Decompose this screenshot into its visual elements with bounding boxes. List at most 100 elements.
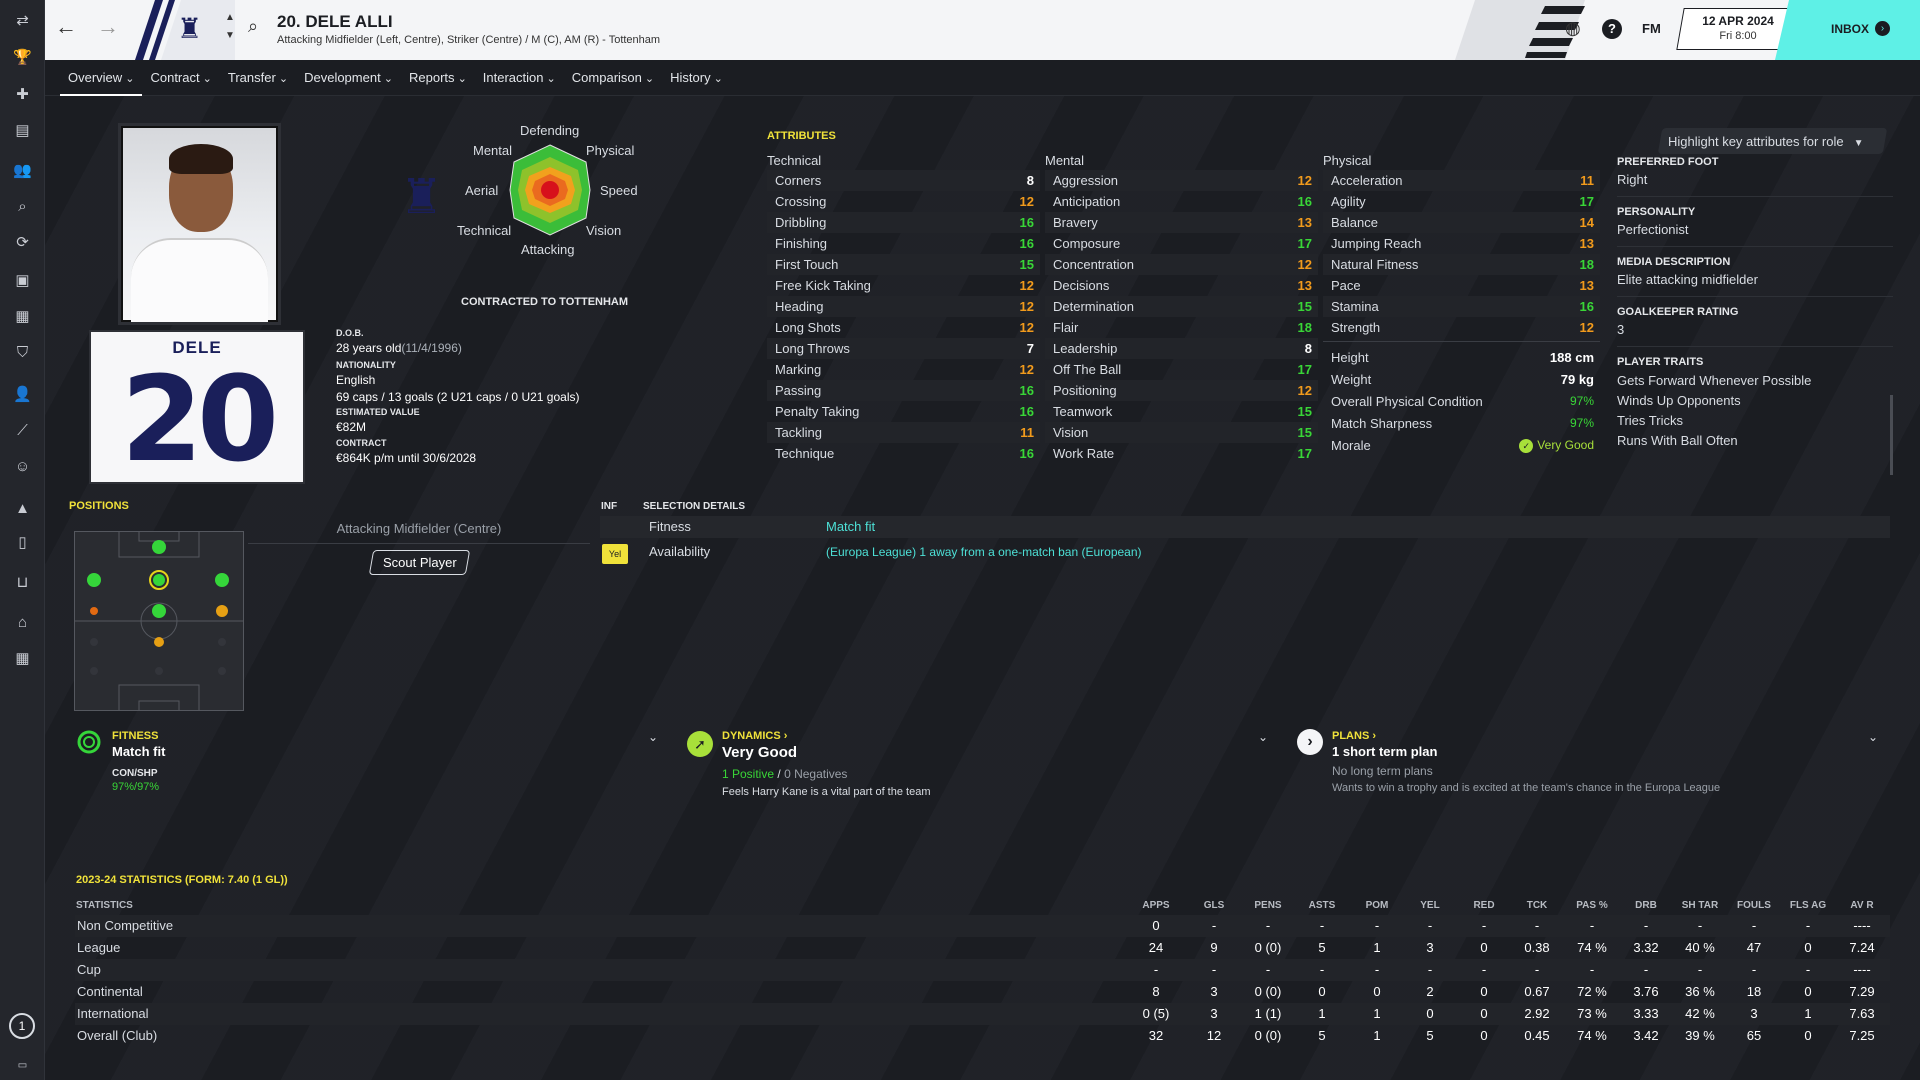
staff-icon[interactable]: 👤 bbox=[12, 384, 33, 405]
inbox-tray-icon[interactable]: ⊔ bbox=[12, 572, 33, 593]
shield-icon[interactable]: ⛉ bbox=[12, 342, 33, 363]
stats-column-header[interactable]: TCK bbox=[1507, 900, 1567, 911]
attribute-row[interactable]: Anticipation 16 bbox=[1045, 191, 1318, 212]
chevron-down-icon[interactable]: ▼ bbox=[225, 30, 235, 41]
attribute-row[interactable]: Work Rate 17 bbox=[1045, 443, 1318, 464]
attribute-row[interactable]: Finishing 16 bbox=[767, 233, 1040, 254]
tab-reports[interactable]: Reports ⌄ bbox=[401, 70, 475, 96]
phone-icon[interactable]: ▯ bbox=[12, 532, 33, 553]
attribute-row[interactable]: Long Throws 7 bbox=[767, 338, 1040, 359]
attribute-row[interactable]: Passing 16 bbox=[767, 380, 1040, 401]
dynamics-negatives[interactable]: 0 Negatives bbox=[784, 767, 847, 781]
stats-column-header[interactable]: APPS bbox=[1126, 900, 1186, 911]
stats-column-header[interactable]: PAS % bbox=[1562, 900, 1622, 911]
attribute-row[interactable]: Concentration 12 bbox=[1045, 254, 1318, 275]
squad-icon[interactable]: 👥 bbox=[12, 160, 33, 181]
attribute-row[interactable]: Strength 12 bbox=[1323, 317, 1600, 338]
attribute-row[interactable]: Heading 12 bbox=[767, 296, 1040, 317]
side-scrollbar[interactable] bbox=[1890, 395, 1893, 475]
fitness-row-value[interactable]: Match fit bbox=[826, 519, 875, 534]
dynamics-expand-icon[interactable]: ⌄ bbox=[1258, 730, 1268, 744]
tab-comparison[interactable]: Comparison ⌄ bbox=[564, 70, 662, 96]
fitness-expand-icon[interactable]: ⌄ bbox=[648, 730, 658, 744]
attribute-row[interactable]: First Touch 15 bbox=[767, 254, 1040, 275]
dynamics-positive[interactable]: 1 Positive bbox=[722, 767, 774, 781]
attribute-row[interactable]: Penalty Taking 16 bbox=[767, 401, 1040, 422]
attribute-row[interactable]: Composure 17 bbox=[1045, 233, 1318, 254]
clipboard-icon[interactable]: ▤ bbox=[12, 120, 33, 141]
stats-column-header[interactable]: PENS bbox=[1238, 900, 1298, 911]
stats-column-header[interactable]: GLS bbox=[1184, 900, 1244, 911]
attribute-row[interactable]: Balance 14 bbox=[1323, 212, 1600, 233]
refresh-icon[interactable]: ⟳ bbox=[12, 232, 33, 253]
fitness-title[interactable]: FITNESS bbox=[112, 730, 158, 742]
attribute-row[interactable]: Flair 18 bbox=[1045, 317, 1318, 338]
trophy-icon[interactable]: 🏆 bbox=[12, 47, 33, 68]
money-icon[interactable]: ▣ bbox=[12, 270, 33, 291]
stats-row[interactable]: Non Competitive 0- - - - - - - - - - - - ---- bbox=[75, 915, 1890, 937]
forward-arrow-icon[interactable]: → bbox=[97, 14, 119, 40]
stats-column-header[interactable]: RED bbox=[1454, 900, 1514, 911]
notification-badge[interactable]: 1 bbox=[9, 1013, 35, 1039]
scouting-icon[interactable]: ▲ bbox=[12, 498, 33, 519]
stats-row[interactable]: Cup - - - - - - - - - - - - - ---- bbox=[75, 959, 1890, 981]
stats-column-header[interactable]: AV R bbox=[1832, 900, 1892, 911]
attribute-row[interactable]: Corners 8 bbox=[767, 170, 1040, 191]
attribute-row[interactable]: Natural Fitness 18 bbox=[1323, 254, 1600, 275]
exchange-icon[interactable]: ⇄ bbox=[12, 10, 33, 31]
attribute-row[interactable]: Tackling 11 bbox=[767, 422, 1040, 443]
scout-player-button[interactable]: Scout Player bbox=[368, 550, 471, 575]
attribute-row[interactable]: Vision 15 bbox=[1045, 422, 1318, 443]
stats-column-header[interactable]: FLS AG bbox=[1778, 900, 1838, 911]
chevron-up-icon[interactable]: ▲ bbox=[225, 12, 235, 23]
stats-column-header[interactable]: POM bbox=[1347, 900, 1407, 911]
availability-value[interactable]: (Europa League) 1 away from a one-match … bbox=[826, 545, 1142, 559]
stats-column-header[interactable]: FOULS bbox=[1724, 900, 1784, 911]
stats-column-header[interactable]: DRB bbox=[1616, 900, 1676, 911]
tab-development[interactable]: Development ⌄ bbox=[296, 70, 401, 96]
attribute-row[interactable]: Determination 15 bbox=[1045, 296, 1318, 317]
club-crest-icon[interactable]: ♜ bbox=[177, 10, 202, 48]
stats-row[interactable]: Overall (Club) 32 12 0 (0) 5 1 5 0 0.45 74 % 3.42 3… bbox=[75, 1025, 1890, 1047]
tab-contract[interactable]: Contract ⌄ bbox=[142, 70, 219, 96]
attribute-row[interactable]: Dribbling 16 bbox=[767, 212, 1040, 233]
home-icon[interactable]: ⌂ bbox=[12, 612, 33, 633]
plans-title[interactable]: PLANS › bbox=[1332, 730, 1376, 742]
attribute-row[interactable]: Long Shots 12 bbox=[767, 317, 1040, 338]
tab-transfer[interactable]: Transfer ⌄ bbox=[220, 70, 296, 96]
stats-row[interactable]: Continental 8 3 0 (0) 0 0 2 0 0.67 72 % 3.76 36 % 18… bbox=[75, 981, 1890, 1003]
calendar-icon[interactable]: ▦ bbox=[12, 648, 33, 669]
fm-label[interactable]: FM bbox=[1642, 21, 1661, 36]
tab-history[interactable]: History ⌄ bbox=[662, 70, 731, 96]
attribute-row[interactable]: Acceleration 11 bbox=[1323, 170, 1600, 191]
stats-column-header[interactable]: YEL bbox=[1400, 900, 1460, 911]
attribute-row[interactable]: Free Kick Taking 12 bbox=[767, 275, 1040, 296]
medical-icon[interactable]: ✚ bbox=[12, 84, 33, 105]
attribute-row[interactable]: Pace 13 bbox=[1323, 275, 1600, 296]
attribute-row[interactable]: Crossing 12 bbox=[767, 191, 1040, 212]
attribute-row[interactable]: Bravery 13 bbox=[1045, 212, 1318, 233]
help-icon[interactable]: ? bbox=[1602, 19, 1622, 39]
stats-column-header[interactable]: ASTS bbox=[1292, 900, 1352, 911]
search-icon[interactable]: ⌕ bbox=[248, 16, 258, 37]
attribute-row[interactable]: Leadership 8 bbox=[1045, 338, 1318, 359]
stats-row[interactable]: International 0 (5) 3 1 (1) 1 1 0 0 2.92 73 % 3.33… bbox=[75, 1003, 1890, 1025]
attribute-row[interactable]: Technique 16 bbox=[767, 443, 1040, 464]
inbox-button[interactable]: INBOX › bbox=[1775, 0, 1920, 60]
keyboard-icon[interactable]: ▭ bbox=[12, 1055, 33, 1076]
stats-row[interactable]: League 24 9 0 (0) 5 1 3 0 0.38 74 % 3.32 40 % 47 0 7.2… bbox=[75, 937, 1890, 959]
plans-expand-icon[interactable]: ⌄ bbox=[1868, 730, 1878, 744]
attribute-row[interactable]: Decisions 13 bbox=[1045, 275, 1318, 296]
tab-interaction[interactable]: Interaction ⌄ bbox=[475, 70, 564, 96]
attribute-row[interactable]: Agility 17 bbox=[1323, 191, 1600, 212]
attribute-row[interactable]: Positioning 12 bbox=[1045, 380, 1318, 401]
tab-overview[interactable]: Overview ⌄ bbox=[60, 70, 143, 96]
attribute-row[interactable]: Jumping Reach 13 bbox=[1323, 233, 1600, 254]
attribute-row[interactable]: Marking 12 bbox=[767, 359, 1040, 380]
globe-icon[interactable]: ◍ bbox=[1565, 18, 1581, 39]
attribute-row[interactable]: Stamina 16 bbox=[1323, 296, 1600, 317]
u20-icon[interactable]: ☺ bbox=[12, 456, 33, 477]
attribute-row[interactable]: Teamwork 15 bbox=[1045, 401, 1318, 422]
attribute-row[interactable]: Off The Ball 17 bbox=[1045, 359, 1318, 380]
stats-column-header[interactable]: SH TAR bbox=[1670, 900, 1730, 911]
